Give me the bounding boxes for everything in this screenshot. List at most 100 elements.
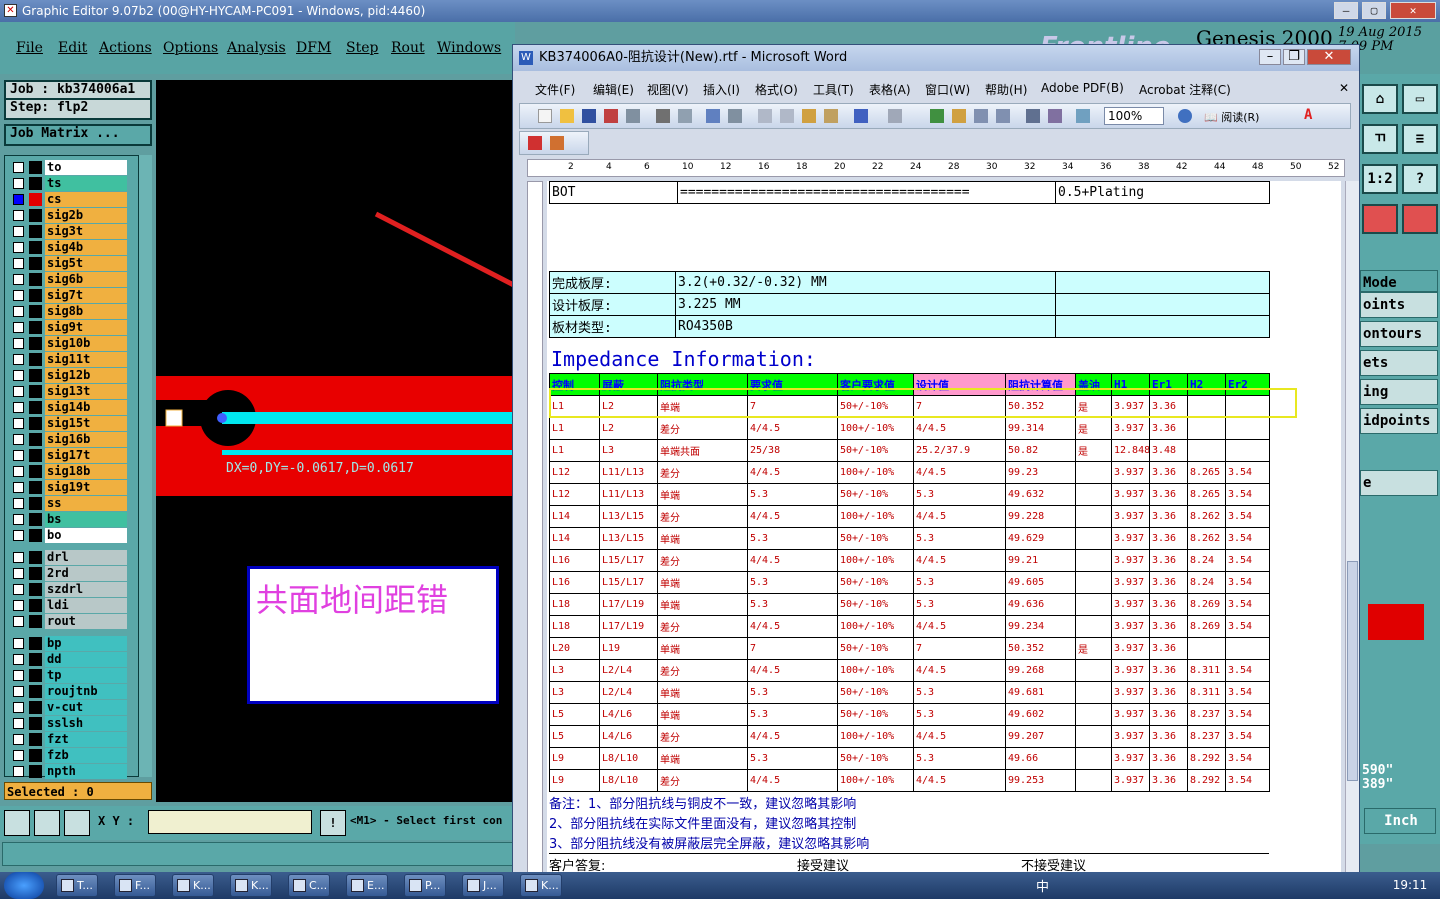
layer-row[interactable]: sig6b	[9, 272, 129, 287]
layer-name[interactable]: sig11t	[45, 352, 127, 367]
layer-name[interactable]: v-cut	[45, 700, 127, 715]
menu-windows[interactable]: Windows	[437, 40, 501, 56]
wmenu-insert[interactable]: 插入(I)	[703, 81, 740, 98]
layer-row[interactable]: sig17t	[9, 448, 129, 463]
wmenu-file[interactable]: 文件(F)	[535, 81, 575, 98]
layer-row[interactable]: ss	[9, 496, 129, 511]
layer-name[interactable]: sig7t	[45, 288, 127, 303]
layer-checkbox[interactable]	[13, 370, 24, 381]
layer-name[interactable]: ldi	[45, 598, 127, 613]
layer-name[interactable]: bp	[45, 636, 127, 651]
permission-icon[interactable]	[604, 109, 618, 123]
job-matrix-button[interactable]: Job Matrix ...	[4, 124, 152, 146]
layer-row[interactable]: sig12b	[9, 368, 129, 383]
print-icon[interactable]	[656, 109, 670, 123]
layer-name[interactable]: bo	[45, 528, 127, 543]
wmenu-help[interactable]: 帮助(H)	[985, 81, 1027, 98]
layer-row[interactable]: sig19t	[9, 480, 129, 495]
layer-name[interactable]: szdrl	[45, 582, 127, 597]
layer-checkbox[interactable]	[13, 482, 24, 493]
layer-name[interactable]: sig5t	[45, 256, 127, 271]
layer-row[interactable]: roujtnb	[9, 684, 129, 699]
layer-name[interactable]: tp	[45, 668, 127, 683]
layer-name[interactable]: sig14b	[45, 400, 127, 415]
close-icon[interactable]: ✕	[1390, 2, 1436, 19]
menu-rout[interactable]: Rout	[391, 40, 425, 56]
layer-name[interactable]: ss	[45, 496, 127, 511]
layer-checkbox[interactable]	[13, 258, 24, 269]
pdf-convert-icon[interactable]	[528, 136, 542, 150]
layer-scrollbar[interactable]	[138, 155, 152, 777]
layer-row[interactable]: rout	[9, 614, 129, 629]
taskbar-item[interactable]: K...	[172, 874, 214, 897]
layer-row[interactable]: dd	[9, 652, 129, 667]
layer-checkbox[interactable]	[13, 514, 24, 525]
wmenu-window[interactable]: 窗口(W)	[925, 81, 970, 98]
layer-checkbox[interactable]	[13, 638, 24, 649]
mode-points[interactable]: oints	[1360, 292, 1438, 318]
cut-icon[interactable]	[758, 109, 772, 123]
layer-tool-2-icon[interactable]	[1402, 204, 1438, 234]
help-circle-icon[interactable]	[1178, 109, 1192, 123]
layer-checkbox[interactable]	[13, 242, 24, 253]
layer-row[interactable]: bs	[9, 512, 129, 527]
layer-row[interactable]: sig18b	[9, 464, 129, 479]
layer-checkbox[interactable]	[13, 670, 24, 681]
layer-row[interactable]: sig16b	[9, 432, 129, 447]
font-color-icon[interactable]: A	[1304, 107, 1318, 123]
horizontal-ruler[interactable]: 2 4 6 10 12 16 18 20 22 24 28 30 32 34 36 38 42 44 48 50 52	[527, 159, 1345, 177]
undo-icon[interactable]	[854, 109, 868, 123]
layer-checkbox[interactable]	[13, 290, 24, 301]
menu-file[interactable]: File	[16, 40, 43, 56]
layer-checkbox[interactable]	[13, 194, 24, 205]
layer-row[interactable]: bp	[9, 636, 129, 651]
menu-options[interactable]: Options	[163, 40, 218, 56]
layer-name[interactable]: sig16b	[45, 432, 127, 447]
start-button[interactable]	[4, 872, 44, 899]
layer-checkbox[interactable]	[13, 584, 24, 595]
command-line[interactable]	[2, 842, 514, 866]
alert-icon[interactable]: !	[320, 810, 346, 836]
layer-checkbox[interactable]	[13, 552, 24, 563]
layer-name[interactable]: sig2b	[45, 208, 127, 223]
vertical-scrollbar[interactable]	[1345, 181, 1359, 873]
word-close-icon[interactable]: ✕	[1307, 49, 1351, 65]
layer-checkbox[interactable]	[13, 766, 24, 777]
layer-name[interactable]: sig13t	[45, 384, 127, 399]
mode-string[interactable]: ing	[1360, 379, 1438, 405]
layer-row[interactable]: sig5t	[9, 256, 129, 271]
layer-checkbox[interactable]	[13, 466, 24, 477]
paste-icon[interactable]	[802, 109, 816, 123]
layer-name[interactable]: npth	[45, 764, 127, 779]
layer-checkbox[interactable]	[13, 274, 24, 285]
wmenu-acrobat[interactable]: Acrobat 注释(C)	[1139, 81, 1231, 98]
layer-checkbox[interactable]	[13, 402, 24, 413]
mode-contours[interactable]: ontours	[1360, 321, 1438, 347]
layer-checkbox[interactable]	[13, 718, 24, 729]
grid-tool-icon[interactable]	[64, 810, 90, 836]
layer-name[interactable]: sig10b	[45, 336, 127, 351]
reject-option[interactable]: 不接受建议	[1021, 855, 1086, 873]
mode-midpoints[interactable]: idpoints	[1360, 408, 1438, 434]
layer-checkbox[interactable]	[13, 178, 24, 189]
layer-checkbox[interactable]	[13, 226, 24, 237]
wmenu-edit[interactable]: 编辑(E)	[593, 81, 634, 98]
layer-name[interactable]: bs	[45, 512, 127, 527]
zoom-tool-icon[interactable]	[4, 810, 30, 836]
wmenu-adobe-pdf[interactable]: Adobe PDF(B)	[1041, 81, 1124, 95]
layer-row[interactable]: sig13t	[9, 384, 129, 399]
window-icon[interactable]: ▭	[1402, 84, 1438, 114]
layer-name[interactable]: sig4b	[45, 240, 127, 255]
taskbar-item[interactable]: J...	[462, 874, 504, 897]
units-select[interactable]: Inch	[1364, 808, 1436, 834]
menu-actions[interactable]: Actions	[99, 40, 152, 56]
accept-option[interactable]: 接受建议	[797, 855, 849, 873]
layer-name[interactable]: cs	[45, 192, 127, 207]
layer-checkbox[interactable]	[13, 498, 24, 509]
insert-table-icon[interactable]	[974, 109, 988, 123]
wmenu-format[interactable]: 格式(O)	[755, 81, 798, 98]
drawing-icon[interactable]	[1048, 109, 1062, 123]
layer-row[interactable]: sig15t	[9, 416, 129, 431]
layer-row[interactable]: sig4b	[9, 240, 129, 255]
redo-icon[interactable]	[888, 109, 902, 123]
